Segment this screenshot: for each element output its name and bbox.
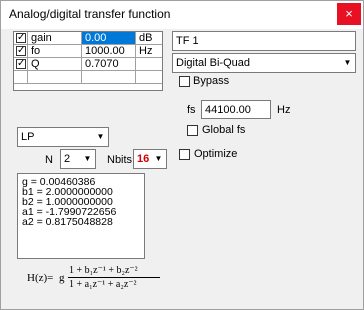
param-unit: dB (136, 32, 162, 45)
n-label: N (45, 154, 53, 166)
param-name: fo (28, 45, 82, 58)
param-unit (136, 58, 162, 71)
param-name: gain (28, 32, 82, 45)
gain-checkbox[interactable]: ✓ (16, 33, 26, 43)
q-checkbox[interactable]: ✓ (16, 59, 26, 69)
title-bar: Analog/digital transfer function × (1, 1, 363, 29)
fs-label: fs (187, 104, 196, 116)
bypass-checkbox[interactable] (179, 76, 190, 87)
param-row-fo: ✓ fo 1000.00 Hz (14, 45, 162, 58)
formula-denominator: 1 + a₁z⁻¹ + a₂z⁻² (69, 279, 137, 290)
param-value[interactable]: 0.00 (82, 32, 136, 45)
window-title: Analog/digital transfer function (9, 7, 171, 21)
fo-checkbox[interactable]: ✓ (16, 46, 26, 56)
global-fs-checkbox[interactable] (187, 125, 198, 136)
filter-type-select[interactable]: LP ▼ (17, 127, 109, 147)
param-row-q: ✓ Q 0.7070 (14, 58, 162, 71)
param-name: Q (28, 58, 82, 71)
implementation-value: Digital Bi-Quad (176, 57, 250, 69)
fraction-bar (68, 277, 160, 278)
dropdown-arrow-icon: ▼ (150, 150, 166, 168)
nbits-select[interactable]: 16 ▼ (133, 149, 167, 169)
param-value[interactable]: 1000.00 (82, 45, 136, 58)
parameter-table: ✓ gain 0.00 dB ✓ fo 1000.00 Hz ✓ Q 0.707… (13, 31, 163, 91)
optimize-checkbox[interactable] (179, 149, 190, 160)
nbits-label: Nbits (107, 154, 133, 166)
param-value[interactable]: 0.7070 (82, 58, 136, 71)
n-value: 2 (64, 153, 71, 165)
tf-name-input[interactable]: TF 1 (172, 31, 356, 51)
filter-type-value: LP (21, 131, 35, 143)
bypass-label: Bypass (193, 75, 230, 87)
coefficients-textbox[interactable]: g = 0.00460386 b1 = 2.0000000000 b2 = 1.… (17, 173, 145, 259)
coefficient-line: a2 = 0.8175048828 (22, 216, 113, 228)
formula-gain: g (59, 272, 65, 284)
formula-numerator: 1 + b₁z⁻¹ + b₂z⁻² (69, 265, 138, 276)
transfer-function-window: Analog/digital transfer function × ✓ gai… (0, 0, 364, 310)
n-select[interactable]: 2 ▼ (60, 149, 96, 169)
dropdown-arrow-icon: ▼ (92, 128, 108, 146)
implementation-select[interactable]: Digital Bi-Quad ▼ (172, 53, 356, 73)
nbits-value: 16 (137, 153, 150, 165)
formula-lhs: H(z)= (27, 272, 54, 284)
param-row-gain: ✓ gain 0.00 dB (14, 32, 162, 45)
param-row-empty (14, 71, 162, 84)
fs-input[interactable]: 44100.00 (201, 100, 271, 119)
transfer-function-formula: H(z)= g 1 + b₁z⁻¹ + b₂z⁻² 1 + a₁z⁻¹ + a₂… (21, 263, 161, 293)
param-unit: Hz (136, 45, 162, 58)
close-button[interactable]: × (337, 3, 361, 25)
fs-unit: Hz (277, 104, 291, 116)
global-fs-label: Global fs (202, 124, 246, 136)
dropdown-arrow-icon: ▼ (339, 54, 355, 72)
optimize-label: Optimize (194, 148, 238, 160)
dropdown-arrow-icon: ▼ (79, 150, 95, 168)
